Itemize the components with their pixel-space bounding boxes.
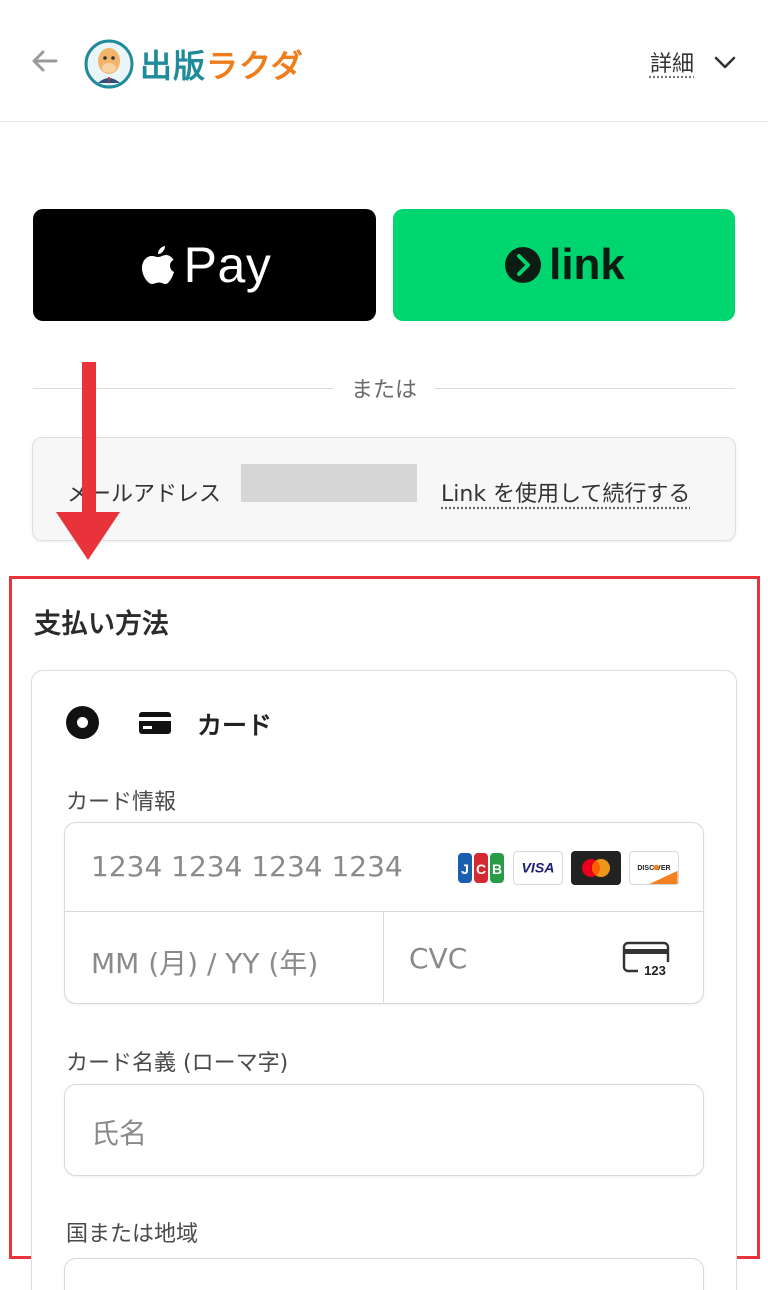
card-field-divider-horizontal xyxy=(64,911,704,912)
cardholder-name-label: カード名義 (ローマ字) xyxy=(66,1051,289,1076)
logo: 出版ラクダ xyxy=(84,36,304,92)
email-redacted-block xyxy=(241,464,417,502)
svg-text:J: J xyxy=(461,861,469,877)
svg-text:B: B xyxy=(492,861,502,877)
details-label: 詳細 xyxy=(649,52,694,77)
country-select[interactable] xyxy=(64,1258,704,1290)
divider-line-right xyxy=(435,387,736,389)
logo-text-part2: ラクダ xyxy=(206,47,304,85)
or-divider: または xyxy=(33,372,736,404)
header: 出版ラクダ 詳細 xyxy=(0,0,768,122)
apple-pay-button[interactable]: Pay xyxy=(33,209,376,321)
details-toggle-button[interactable]: 詳細 xyxy=(650,42,738,82)
link-label: link xyxy=(549,240,625,289)
country-label: 国または地域 xyxy=(66,1222,199,1247)
logo-text-part1: 出版 xyxy=(140,47,207,85)
or-text: または xyxy=(351,378,418,403)
back-arrow-icon[interactable] xyxy=(28,44,62,78)
cvc-input[interactable]: CVC xyxy=(409,942,467,975)
cvc-icon-text: 123 xyxy=(644,963,666,978)
svg-text:C: C xyxy=(476,861,486,877)
card-radio-button[interactable] xyxy=(66,706,99,739)
link-pay-button[interactable]: link xyxy=(393,209,735,321)
payment-method-title: 支払い方法 xyxy=(34,609,169,640)
logo-text: 出版ラクダ xyxy=(140,41,304,87)
cardholder-name-field[interactable] xyxy=(64,1084,704,1176)
expiry-date-input[interactable]: MM (月) / YY (年) xyxy=(91,942,318,982)
apple-pay-label: Pay xyxy=(183,237,272,293)
mastercard-icon xyxy=(571,851,621,885)
jcb-icon: J C B xyxy=(457,851,505,885)
discover-icon: DISC VER xyxy=(629,851,679,885)
cardholder-name-placeholder: 氏名 xyxy=(91,1117,148,1150)
card-brand-icons: J C B VISA DISC VER xyxy=(457,851,679,885)
visa-icon: VISA xyxy=(513,851,563,885)
link-chevron-icon xyxy=(505,247,542,283)
chevron-down-icon xyxy=(714,56,736,69)
credit-card-icon xyxy=(139,712,171,734)
svg-text:VISA: VISA xyxy=(522,860,555,876)
annotation-arrow-icon xyxy=(56,362,120,560)
card-info-label: カード情報 xyxy=(66,790,177,815)
card-field-divider-vertical xyxy=(383,912,384,1004)
card-method-label: カード xyxy=(197,711,273,740)
continue-with-link-link[interactable]: Link を使用して続行する xyxy=(441,476,690,508)
express-checkout-row: Pay link xyxy=(33,209,735,321)
apple-logo-icon xyxy=(141,246,174,284)
cvc-card-icon: 123 xyxy=(622,941,670,978)
email-link-row: メールアドレス Link を使用して続行する xyxy=(32,437,736,541)
card-number-input[interactable]: 1234 1234 1234 1234 xyxy=(91,850,403,883)
camel-mascot-icon xyxy=(84,39,134,89)
